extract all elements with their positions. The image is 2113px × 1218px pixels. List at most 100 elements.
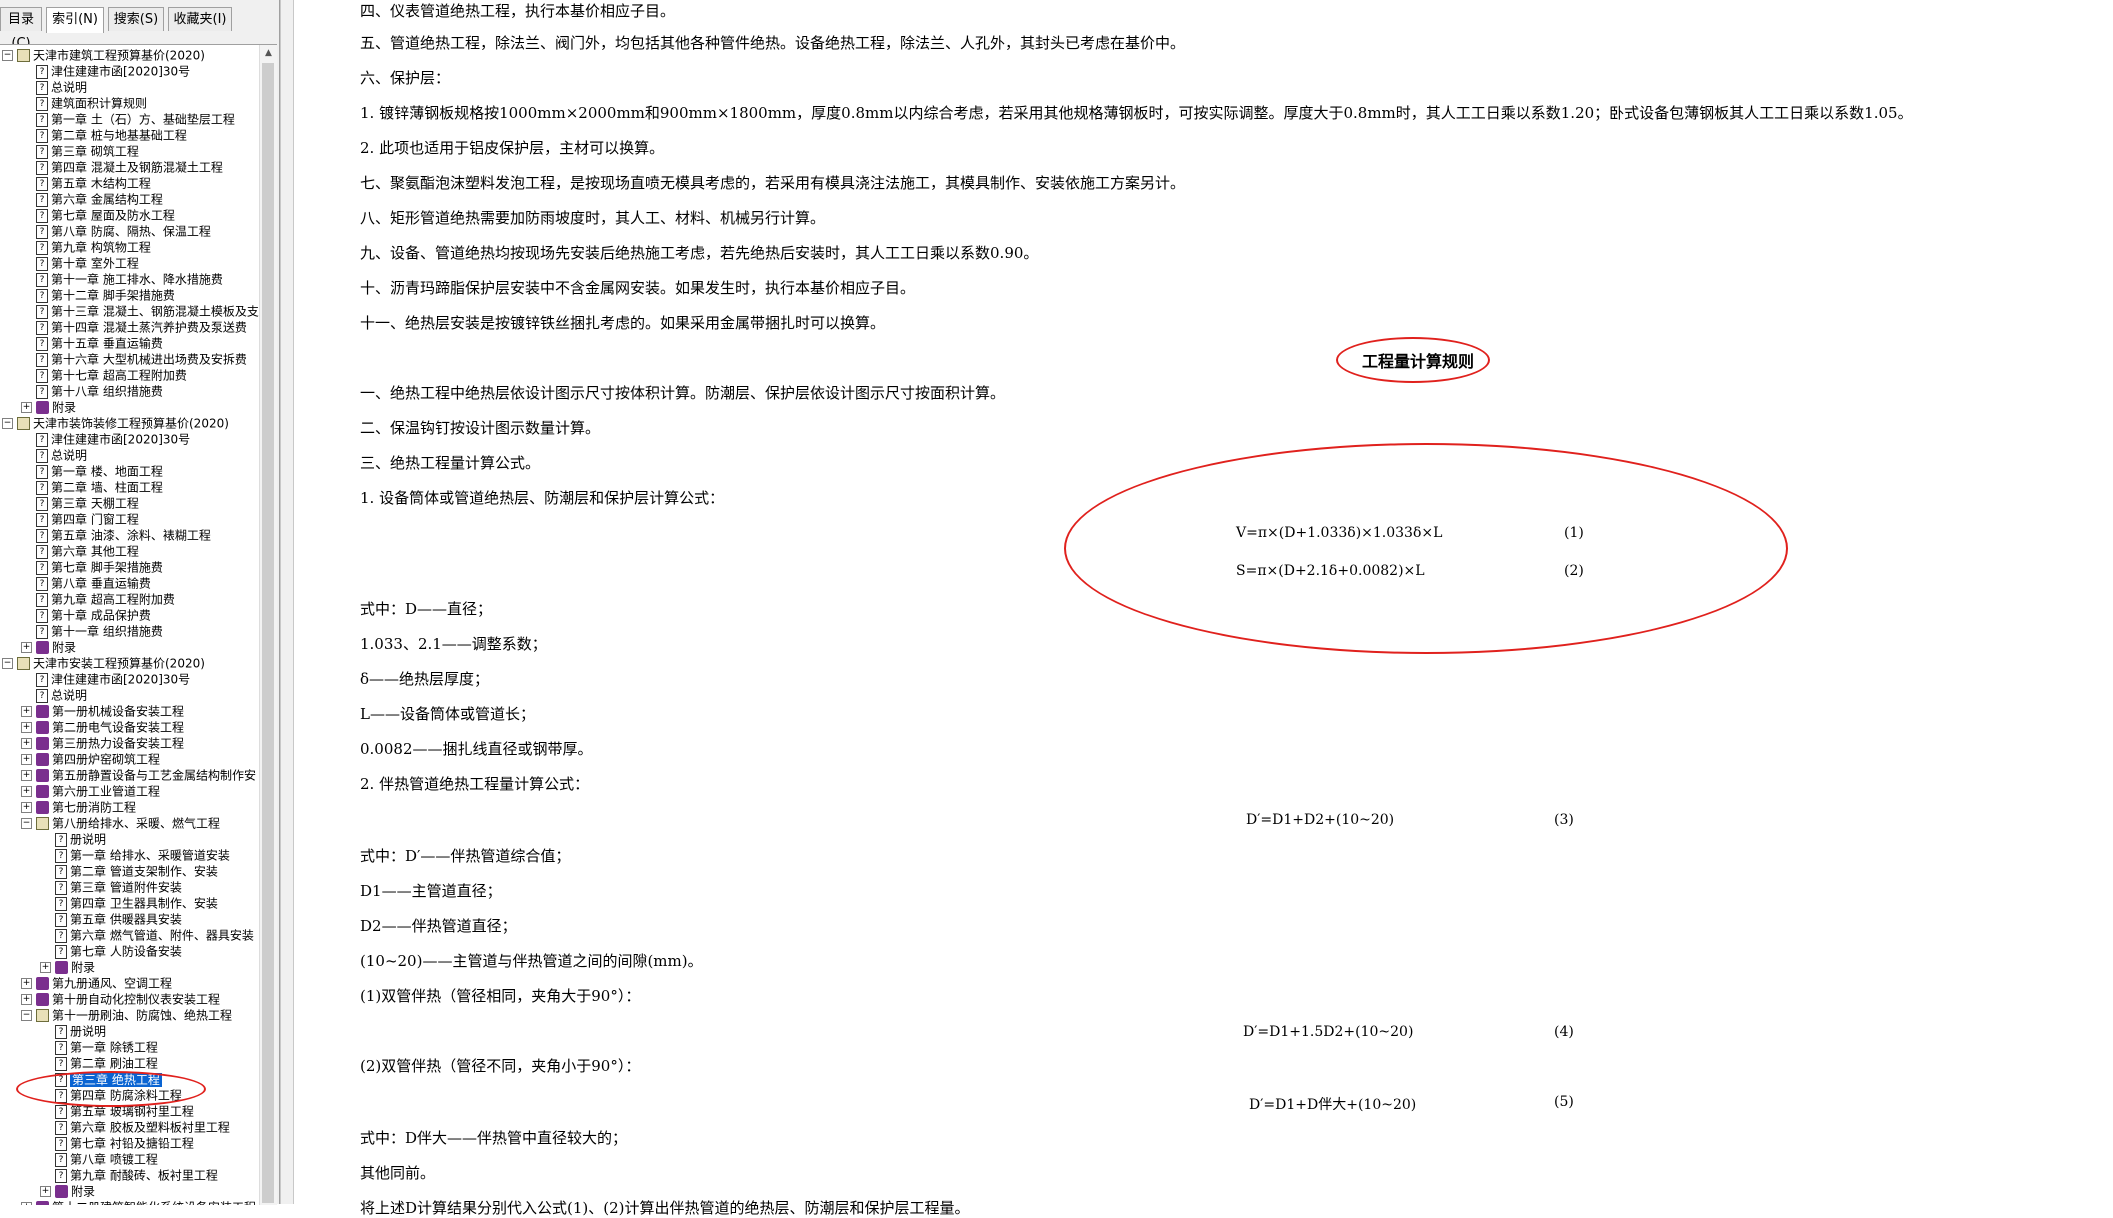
tree-item[interactable]: ? 总说明 bbox=[21, 447, 87, 463]
tab-search[interactable]: 搜索(S) bbox=[108, 7, 164, 31]
tree-item[interactable]: ? 第一章 除锈工程 bbox=[40, 1039, 158, 1055]
tree-item[interactable]: − 天津市装饰装修工程预算基价(2020) bbox=[2, 415, 229, 431]
tree-item[interactable]: + 第三册热力设备安装工程 bbox=[21, 735, 184, 751]
tree-item[interactable]: + 第五册静置设备与工艺金属结构制作安 bbox=[21, 767, 256, 783]
tree-item[interactable]: + 第二册电气设备安装工程 bbox=[21, 719, 184, 735]
tree-item[interactable]: ? 第一章 给排水、采暖管道安装 bbox=[40, 847, 230, 863]
expand-icon[interactable]: + bbox=[21, 642, 32, 653]
tree-item[interactable]: + 第四册炉窑砌筑工程 bbox=[21, 751, 160, 767]
tree-item[interactable]: ? 第六章 其他工程 bbox=[21, 543, 139, 559]
tree-item[interactable]: ? 第二章 刷油工程 bbox=[40, 1055, 158, 1071]
tree-item[interactable]: ? 第三章 绝热工程 bbox=[40, 1071, 162, 1087]
tree-item[interactable]: + 附录 bbox=[40, 1183, 95, 1199]
tree-item[interactable]: ? 第一章 土（石）方、基础垫层工程 bbox=[21, 111, 235, 127]
tree-item[interactable]: ? 第十六章 大型机械进出场费及安拆费 bbox=[21, 351, 247, 367]
tree-item[interactable]: ? 第三章 管道附件安装 bbox=[40, 879, 182, 895]
tree-item[interactable]: − 天津市建筑工程预算基价(2020) bbox=[2, 47, 205, 63]
expand-icon[interactable]: + bbox=[21, 754, 32, 765]
tree-item[interactable]: + 第九册通风、空调工程 bbox=[21, 975, 172, 991]
scroll-up-arrow-icon[interactable]: ▲ bbox=[260, 45, 277, 62]
tree-item[interactable]: ? 第二章 桩与地基基础工程 bbox=[21, 127, 187, 143]
tree-item[interactable]: ? 第六章 燃气管道、附件、器具安装 bbox=[40, 927, 254, 943]
expand-icon[interactable]: + bbox=[21, 802, 32, 813]
pane-splitter[interactable] bbox=[280, 0, 294, 1204]
tree-item[interactable]: ? 第九章 超高工程附加费 bbox=[21, 591, 175, 607]
collapse-icon[interactable]: − bbox=[2, 418, 13, 429]
tree-item[interactable]: ? 第七章 人防设备安装 bbox=[40, 943, 182, 959]
tree-item[interactable]: ? 册说明 bbox=[40, 1023, 106, 1039]
tree-item[interactable]: ? 第七章 脚手架措施费 bbox=[21, 559, 163, 575]
expand-icon[interactable]: + bbox=[21, 786, 32, 797]
collapse-icon[interactable]: − bbox=[2, 658, 13, 669]
tree-item[interactable]: ? 第五章 油漆、涂料、裱糊工程 bbox=[21, 527, 211, 543]
tree-item[interactable]: ? 第十八章 组织措施费 bbox=[21, 383, 163, 399]
tree-item[interactable]: ? 第十一章 施工排水、降水措施费 bbox=[21, 271, 223, 287]
collapse-icon[interactable]: − bbox=[21, 818, 32, 829]
expand-icon[interactable]: + bbox=[21, 994, 32, 1005]
collapse-icon[interactable]: − bbox=[2, 50, 13, 61]
expand-icon[interactable]: + bbox=[40, 1186, 51, 1197]
tree-item[interactable]: ? 第十二章 脚手架措施费 bbox=[21, 287, 175, 303]
expand-icon[interactable]: + bbox=[21, 738, 32, 749]
tree-item[interactable]: ? 第十章 成品保护费 bbox=[21, 607, 151, 623]
scrollbar-thumb[interactable] bbox=[262, 63, 274, 1203]
expand-icon[interactable]: + bbox=[21, 770, 32, 781]
tree-item[interactable]: ? 第九章 耐酸砖、板衬里工程 bbox=[40, 1167, 218, 1183]
tree-item[interactable]: + 第一册机械设备安装工程 bbox=[21, 703, 184, 719]
tree-item[interactable]: ? 第四章 卫生器具制作、安装 bbox=[40, 895, 218, 911]
tree-item[interactable]: ? 建筑面积计算规则 bbox=[21, 95, 147, 111]
tree-item[interactable]: ? 第四章 防腐涂料工程 bbox=[40, 1087, 182, 1103]
tree-item[interactable]: + 第十册自动化控制仪表安装工程 bbox=[21, 991, 220, 1007]
tree-item[interactable]: ? 总说明 bbox=[21, 79, 87, 95]
tree-item[interactable]: ? 第三章 砌筑工程 bbox=[21, 143, 139, 159]
tree-item[interactable]: + 附录 bbox=[40, 959, 95, 975]
tree-item[interactable]: ? 第六章 胶板及塑料板衬里工程 bbox=[40, 1119, 230, 1135]
tree-item[interactable]: − 第八册给排水、采暖、燃气工程 bbox=[21, 815, 220, 831]
tree-item[interactable]: ? 第十四章 混凝土蒸汽养护费及泵送费 bbox=[21, 319, 247, 335]
tree-item[interactable]: ? 第四章 混凝土及钢筋混凝土工程 bbox=[21, 159, 223, 175]
tree-item[interactable]: + 附录 bbox=[21, 639, 76, 655]
expand-icon[interactable]: + bbox=[21, 402, 32, 413]
tree-item-label: 第七章 脚手架措施费 bbox=[51, 560, 163, 575]
tree-scrollbar[interactable]: ▲ bbox=[259, 45, 277, 1205]
tree-item[interactable]: ? 第一章 楼、地面工程 bbox=[21, 463, 163, 479]
tree-item[interactable]: ? 第五章 供暖器具安装 bbox=[40, 911, 182, 927]
collapse-icon[interactable]: − bbox=[21, 1010, 32, 1021]
tree-item[interactable]: ? 第七章 屋面及防水工程 bbox=[21, 207, 175, 223]
tab-contents[interactable]: 目录(C) bbox=[0, 7, 42, 51]
expand-icon[interactable]: + bbox=[21, 706, 32, 717]
tree-item[interactable]: + 附录 bbox=[21, 399, 76, 415]
tree-item[interactable]: ? 第十章 室外工程 bbox=[21, 255, 139, 271]
tree-item[interactable]: + 第七册消防工程 bbox=[21, 799, 136, 815]
expand-icon[interactable]: + bbox=[21, 978, 32, 989]
tree-item[interactable]: ? 第六章 金属结构工程 bbox=[21, 191, 163, 207]
tree-item[interactable]: ? 第八章 喷镀工程 bbox=[40, 1151, 158, 1167]
tree-item[interactable]: ? 第九章 构筑物工程 bbox=[21, 239, 151, 255]
expand-icon[interactable]: + bbox=[21, 722, 32, 733]
tree-item[interactable]: ? 第三章 天棚工程 bbox=[21, 495, 139, 511]
tree-item[interactable]: + 第六册工业管道工程 bbox=[21, 783, 160, 799]
tree-item[interactable]: ? 册说明 bbox=[40, 831, 106, 847]
expand-icon[interactable]: + bbox=[40, 962, 51, 973]
tab-favorites[interactable]: 收藏夹(I) bbox=[168, 7, 232, 31]
tree-item[interactable]: ? 津住建建市函[2020]30号 bbox=[21, 63, 190, 79]
tree-item[interactable]: ? 第十一章 组织措施费 bbox=[21, 623, 163, 639]
tree-item[interactable]: ? 津住建建市函[2020]30号 bbox=[21, 431, 190, 447]
tree-item[interactable]: ? 津住建建市函[2020]30号 bbox=[21, 671, 190, 687]
tree-item[interactable]: ? 第七章 衬铅及搪铅工程 bbox=[40, 1135, 194, 1151]
tree-item[interactable]: − 天津市安装工程预算基价(2020) bbox=[2, 655, 205, 671]
tree-item[interactable]: ? 第二章 墙、柱面工程 bbox=[21, 479, 163, 495]
tree-item[interactable]: ? 第五章 木结构工程 bbox=[21, 175, 151, 191]
tree-item[interactable]: ? 第十三章 混凝土、钢筋混凝土模板及支 bbox=[21, 303, 259, 319]
tree-item[interactable]: ? 第八章 防腐、隔热、保温工程 bbox=[21, 223, 211, 239]
tree-item[interactable]: ? 第十五章 垂直运输费 bbox=[21, 335, 163, 351]
tree-item[interactable]: +第十二册建筑智能化系统设备安装工程 bbox=[21, 1199, 256, 1205]
tree-item[interactable]: ? 第八章 垂直运输费 bbox=[21, 575, 151, 591]
tree-item[interactable]: − 第十一册刷油、防腐蚀、绝热工程 bbox=[21, 1007, 232, 1023]
tree-item[interactable]: ? 第五章 玻璃钢衬里工程 bbox=[40, 1103, 194, 1119]
tab-index[interactable]: 索引(N) bbox=[46, 7, 104, 33]
tree-item[interactable]: ? 总说明 bbox=[21, 687, 87, 703]
tree-item[interactable]: ? 第十七章 超高工程附加费 bbox=[21, 367, 187, 383]
tree-item[interactable]: ? 第四章 门窗工程 bbox=[21, 511, 139, 527]
tree-item[interactable]: ? 第二章 管道支架制作、安装 bbox=[40, 863, 218, 879]
